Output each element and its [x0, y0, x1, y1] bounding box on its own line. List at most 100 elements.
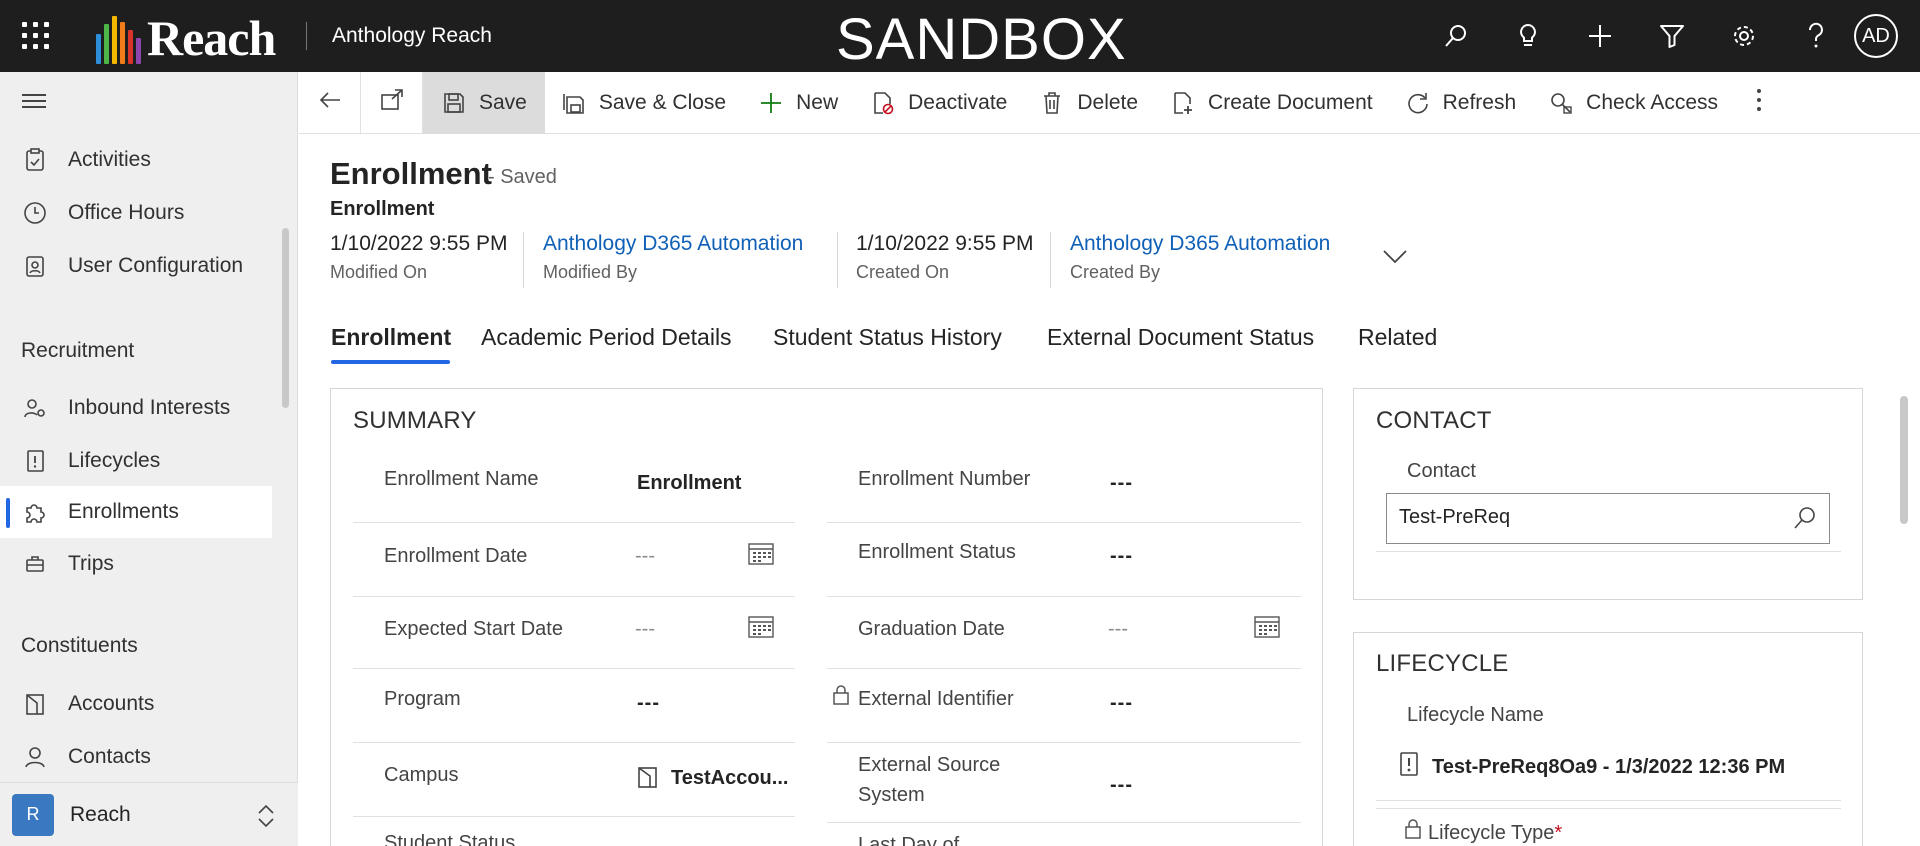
created-by-link[interactable]: Anthology D365 Automation	[1070, 232, 1330, 256]
header-divider	[837, 232, 838, 288]
enrollment-number-value[interactable]: ---	[1110, 468, 1133, 498]
document-alert-icon	[1398, 751, 1420, 782]
more-commands-button[interactable]	[1734, 72, 1784, 134]
lock-icon	[1404, 818, 1422, 845]
app-name[interactable]: Anthology Reach	[332, 24, 492, 48]
app-launcher-icon[interactable]	[22, 22, 50, 50]
sidebar-item-label: Office Hours	[68, 201, 185, 224]
sidebar-item-accounts[interactable]: Accounts	[0, 678, 272, 730]
clock-icon	[22, 200, 48, 226]
tab-enrollment[interactable]: Enrollment	[331, 324, 451, 351]
enrollment-date-input[interactable]: ---	[635, 541, 655, 571]
external-source-system-value[interactable]: ---	[1110, 770, 1133, 800]
save-and-close-button[interactable]: Save & Close	[545, 72, 742, 134]
lifecycle-name-value[interactable]: Test-PreReq8Oa9 - 1/3/2022 12:36 PM	[1432, 752, 1785, 782]
save-close-icon	[561, 90, 587, 116]
sidebar-item-label: User Configuration	[68, 254, 244, 277]
field-divider	[827, 522, 1301, 523]
contact-lookup-value[interactable]: Test-PreReq	[1399, 506, 1510, 529]
header-created-on: 1/10/2022 9:55 PM Created On	[856, 232, 1033, 283]
help-icon[interactable]	[1780, 0, 1852, 72]
building-icon	[22, 691, 48, 717]
sidebar-item-label: Accounts	[68, 692, 155, 715]
sidebar-item-contacts[interactable]: Contacts	[0, 731, 272, 783]
sidebar-item-lifecycles[interactable]: Lifecycles	[0, 435, 272, 487]
record-title: Enrollment	[330, 156, 492, 191]
save-button[interactable]: Save	[423, 71, 545, 134]
required-marker: *	[1554, 822, 1563, 844]
refresh-button[interactable]: Refresh	[1389, 72, 1533, 134]
top-bar: Reach Anthology Reach SANDBOX AD	[0, 0, 1920, 72]
campus-label: Campus	[384, 764, 459, 786]
open-in-new-window-button[interactable]	[361, 71, 423, 134]
modified-by-link[interactable]: Anthology D365 Automation	[543, 232, 803, 256]
new-button[interactable]: New	[742, 72, 854, 134]
sidebar-item-inbound-interests[interactable]: Inbound Interests	[0, 382, 272, 434]
header-field-label: Modified By	[543, 262, 638, 282]
lock-icon	[832, 684, 850, 711]
people-gear-icon	[22, 395, 48, 421]
deactivate-icon	[870, 90, 896, 116]
hamburger-menu-icon[interactable]	[22, 94, 46, 108]
calendar-icon[interactable]	[748, 541, 774, 565]
enrollment-name-label: Enrollment Name	[384, 468, 539, 490]
check-access-button[interactable]: Check Access	[1532, 72, 1734, 134]
tab-student-status-history[interactable]: Student Status History	[773, 324, 1002, 351]
area-switcher[interactable]: R Reach	[0, 782, 298, 846]
field-divider	[353, 742, 795, 743]
plus-icon[interactable]	[1564, 0, 1636, 72]
header-modified-by: Anthology D365 Automation Modified By	[543, 232, 803, 283]
create-document-button[interactable]: Create Document	[1154, 72, 1389, 134]
record-entity-name: Enrollment	[330, 198, 435, 220]
calendar-icon[interactable]	[748, 614, 774, 638]
search-icon[interactable]	[1420, 0, 1492, 72]
external-identifier-value: ---	[1110, 692, 1133, 714]
sidebar-item-activities[interactable]: Activities	[0, 134, 272, 186]
sidebar-scrollbar[interactable]	[282, 228, 289, 408]
sidebar-group-recruitment: Recruitment	[21, 339, 135, 362]
contact-section-title: CONTACT	[1376, 407, 1492, 434]
sidebar-item-trips[interactable]: Trips	[0, 538, 272, 590]
check-access-icon	[1548, 90, 1574, 116]
lightbulb-icon[interactable]	[1492, 0, 1564, 72]
tab-academic-period-details[interactable]: Academic Period Details	[481, 324, 732, 351]
clipboard-icon	[22, 147, 48, 173]
header-field-value: 1/10/2022 9:55 PM	[856, 232, 1034, 255]
briefcase-icon	[22, 551, 48, 577]
campus-lookup-value[interactable]: TestAccou...	[671, 763, 788, 793]
tab-related[interactable]: Related	[1358, 324, 1437, 351]
document-add-icon	[1170, 90, 1196, 116]
enrollment-date-label: Enrollment Date	[384, 545, 528, 567]
expected-start-date-input[interactable]: ---	[635, 614, 655, 644]
command-bar: Save Save & Close New Deactivate Delete …	[299, 71, 1920, 134]
tab-external-document-status[interactable]: External Document Status	[1047, 324, 1314, 351]
contact-field-label: Contact	[1407, 460, 1476, 482]
program-lookup[interactable]: ---	[637, 688, 660, 718]
header-field-label: Created On	[856, 262, 950, 282]
enrollment-name-value[interactable]: Enrollment	[637, 468, 741, 498]
field-divider	[353, 522, 795, 523]
header-divider	[523, 232, 524, 288]
main-scrollbar[interactable]	[1900, 396, 1908, 524]
header-field-label: Created By	[1070, 262, 1161, 282]
calendar-icon[interactable]	[1254, 614, 1280, 638]
field-divider	[353, 816, 795, 817]
summary-section-title: SUMMARY	[353, 407, 477, 434]
refresh-label: Refresh	[1442, 90, 1517, 114]
gear-icon[interactable]	[1708, 0, 1780, 72]
contact-lookup-field[interactable]: Test-PreReq	[1386, 493, 1830, 544]
enrollment-status-value[interactable]: ---	[1110, 541, 1133, 571]
chevron-down-icon[interactable]	[1382, 248, 1408, 269]
user-avatar[interactable]: AD	[1854, 14, 1898, 58]
delete-button[interactable]: Delete	[1023, 72, 1154, 134]
filter-icon[interactable]	[1636, 0, 1708, 72]
deactivate-button[interactable]: Deactivate	[854, 72, 1023, 134]
chevron-up-down-icon	[256, 803, 276, 834]
back-button[interactable]	[299, 71, 361, 134]
sidebar-item-user-configuration[interactable]: User Configuration	[0, 240, 272, 292]
sidebar-item-enrollments[interactable]: Enrollments	[0, 486, 272, 538]
sidebar-item-office-hours[interactable]: Office Hours	[0, 187, 272, 239]
search-icon[interactable]	[1793, 506, 1817, 535]
arrow-left-icon	[318, 90, 342, 116]
graduation-date-input[interactable]: ---	[1108, 614, 1128, 644]
